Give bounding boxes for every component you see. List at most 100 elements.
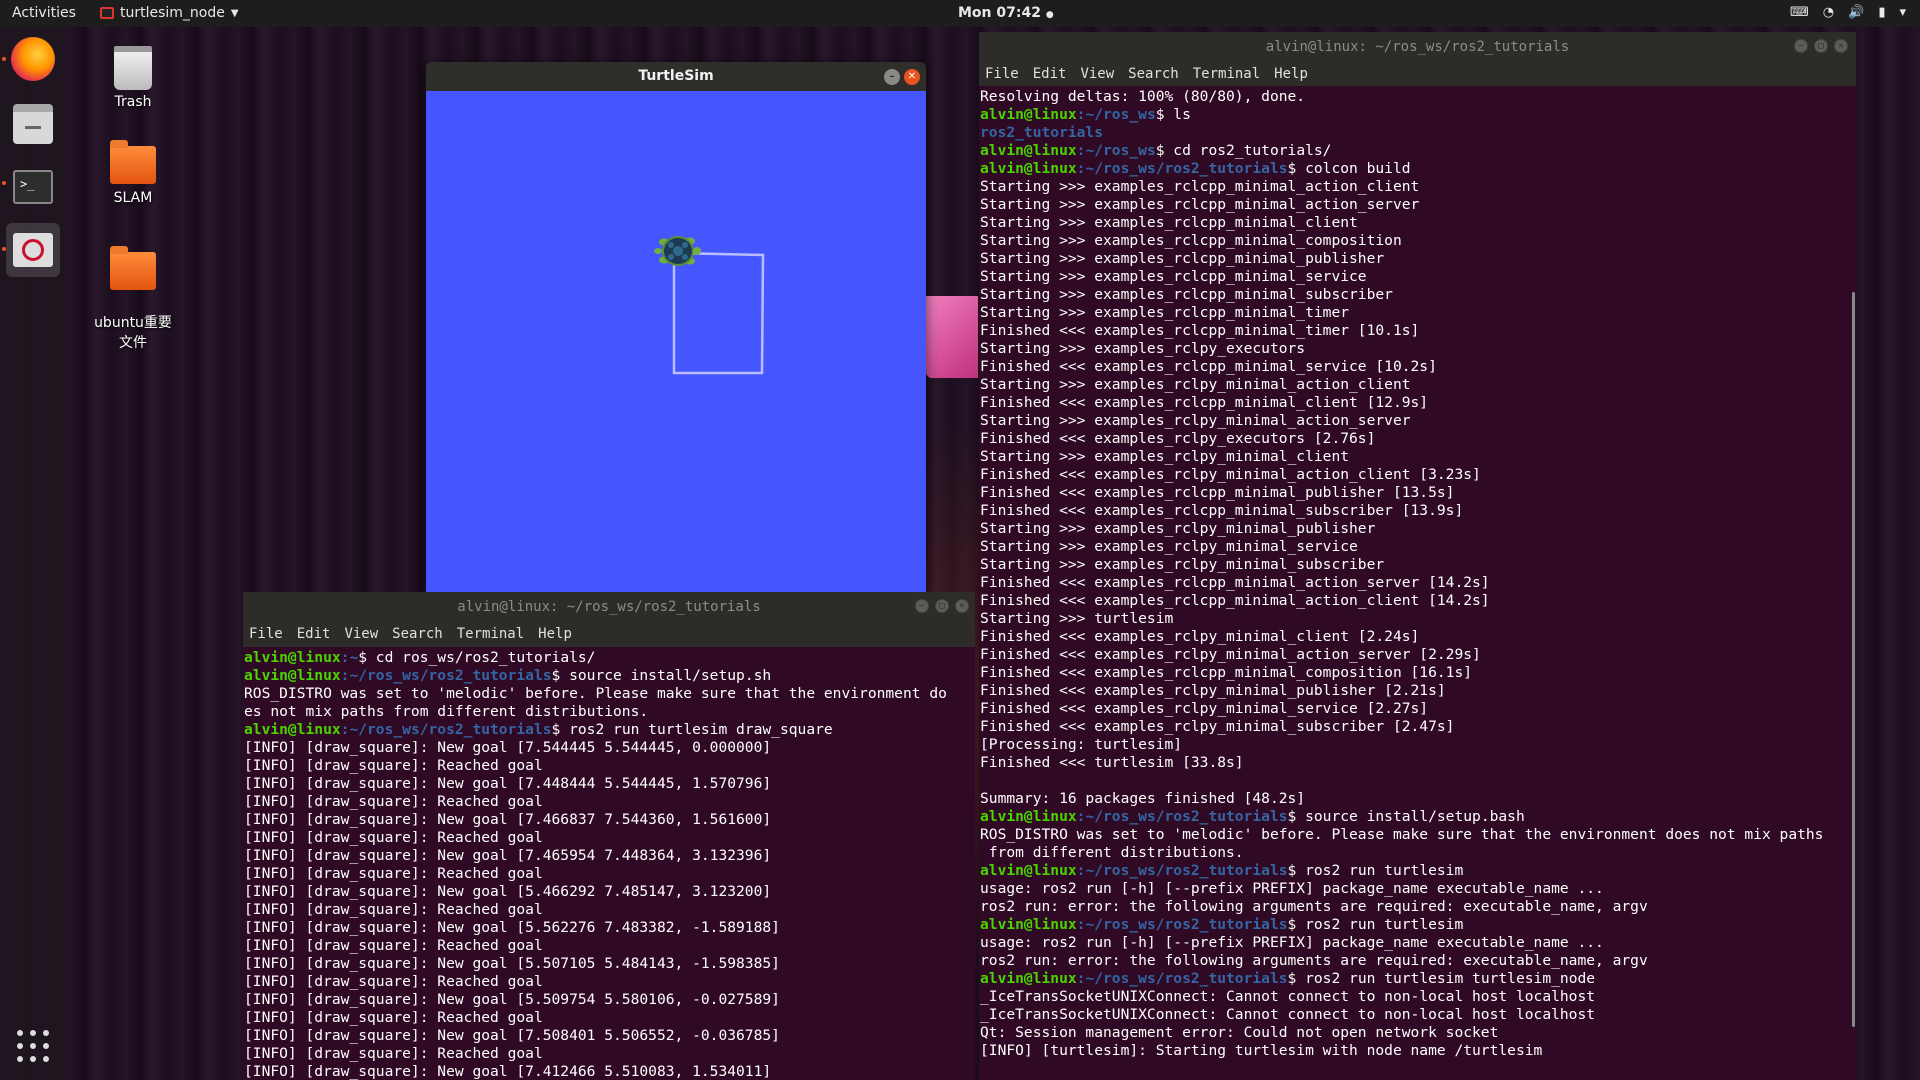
turtlesim-icon bbox=[13, 233, 53, 267]
terminal-line: [INFO] [draw_square]: Reached goal bbox=[244, 973, 975, 991]
output-text: Starting >>> examples_rclpy_minimal_clie… bbox=[980, 448, 1350, 465]
terminal-line: alvin@linux:~$ cd ros_ws/ros2_tutorials/ bbox=[244, 649, 975, 667]
desktop-icon-trash[interactable]: Trash bbox=[78, 46, 188, 110]
app-menu[interactable]: turtlesim_node ▼ bbox=[100, 5, 239, 21]
power-icon[interactable]: ▾ bbox=[1899, 5, 1906, 20]
output-text: Finished <<< examples_rclpy_minimal_acti… bbox=[980, 466, 1481, 483]
menu-help[interactable]: Help bbox=[538, 622, 572, 647]
terminal-output[interactable]: alvin@linux:~$ cd ros_ws/ros2_tutorials/… bbox=[243, 647, 975, 1080]
menu-search[interactable]: Search bbox=[392, 622, 443, 647]
output-text: Finished <<< examples_rclpy_minimal_subs… bbox=[980, 718, 1455, 735]
desktop-icon-ubuntu-files[interactable]: ubuntu重要 文件 bbox=[78, 236, 188, 368]
command-text: $ source install/setup.bash bbox=[1287, 808, 1525, 825]
terminal-line: Finished <<< examples_rclcpp_minimal_act… bbox=[980, 574, 1856, 592]
system-tray[interactable]: ⌨ ◔ 🔊 ▮ ▾ bbox=[1790, 5, 1906, 20]
output-text: [INFO] [draw_square]: New goal [7.448444… bbox=[244, 775, 772, 792]
terminal-output[interactable]: Resolving deltas: 100% (80/80), done. alv… bbox=[979, 86, 1856, 1060]
notification-dot-icon: ● bbox=[1045, 10, 1054, 20]
volume-icon[interactable]: 🔊 bbox=[1848, 5, 1864, 20]
show-applications-icon[interactable] bbox=[17, 1030, 49, 1062]
dock-terminal[interactable]: >_ bbox=[6, 160, 60, 214]
terminal-line: Finished <<< examples_rclcpp_minimal_ser… bbox=[980, 358, 1856, 376]
activities-button[interactable]: Activities bbox=[12, 5, 76, 21]
menu-help[interactable]: Help bbox=[1274, 62, 1308, 86]
terminal-line: [INFO] [draw_square]: New goal [7.412466… bbox=[244, 1063, 975, 1080]
terminal-line: Summary: 16 packages finished [48.2s] bbox=[980, 790, 1856, 808]
output-text: Starting >>> examples_rclpy_minimal_serv… bbox=[980, 538, 1358, 555]
terminal-titlebar[interactable]: alvin@linux: ~/ros_ws/ros2_tutorials – □ ✕ bbox=[979, 32, 1856, 62]
dock-files[interactable] bbox=[6, 97, 60, 151]
output-text: [INFO] [draw_square]: New goal [5.562276… bbox=[244, 919, 780, 936]
dock-turtlesim[interactable] bbox=[6, 223, 60, 277]
terminal-line: es not mix paths from different distribu… bbox=[244, 703, 975, 721]
output-text: usage: ros2 run [-h] [--prefix PREFIX] p… bbox=[980, 880, 1604, 897]
battery-icon[interactable]: ▮ bbox=[1878, 5, 1885, 20]
terminal-line: ros2 run: error: the following arguments… bbox=[980, 952, 1856, 970]
window-title: alvin@linux: ~/ros_ws/ros2_tutorials bbox=[1265, 39, 1570, 55]
terminal-line: ROS_DISTRO was set to 'melodic' before. … bbox=[980, 826, 1856, 844]
running-indicator bbox=[2, 247, 6, 251]
terminal-line: [INFO] [turtlesim]: Starting turtlesim w… bbox=[980, 1042, 1856, 1060]
output-text: Starting >>> examples_rclcpp_minimal_com… bbox=[980, 232, 1402, 249]
terminal-window-right[interactable]: alvin@linux: ~/ros_ws/ros2_tutorials – □ ✕… bbox=[979, 32, 1856, 1080]
menu-search[interactable]: Search bbox=[1128, 62, 1179, 86]
chevron-down-icon: ▼ bbox=[230, 7, 239, 19]
output-text: [INFO] [draw_square]: Reached goal bbox=[244, 757, 543, 774]
prompt-path: :~ bbox=[340, 649, 359, 666]
output-text: [INFO] [draw_square]: New goal [7.465954… bbox=[244, 847, 772, 864]
output-text: ROS_DISTRO was set to 'melodic' before. … bbox=[980, 826, 1824, 843]
minimize-button[interactable]: – bbox=[915, 599, 929, 613]
keyboard-icon[interactable]: ⌨ bbox=[1790, 5, 1809, 20]
clock[interactable]: Mon 07:42 ● bbox=[958, 5, 1054, 21]
terminal-line: Starting >>> examples_rclcpp_minimal_pub… bbox=[980, 250, 1856, 268]
output-text: usage: ros2 run [-h] [--prefix PREFIX] p… bbox=[980, 934, 1604, 951]
dock-firefox[interactable] bbox=[6, 32, 60, 86]
terminal-line: Finished <<< examples_rclpy_minimal_acti… bbox=[980, 646, 1856, 664]
terminal-titlebar[interactable]: alvin@linux: ~/ros_ws/ros2_tutorials – □ ✕ bbox=[243, 592, 975, 622]
close-button[interactable]: ✕ bbox=[904, 69, 920, 85]
menu-edit[interactable]: Edit bbox=[1033, 62, 1067, 86]
prompt-path: :~/ros_ws/ros2_tutorials bbox=[340, 667, 552, 684]
terminal-line: [INFO] [draw_square]: New goal [5.509754… bbox=[244, 991, 975, 1009]
maximize-button[interactable]: □ bbox=[1814, 39, 1828, 53]
terminal-line: [INFO] [draw_square]: Reached goal bbox=[244, 1009, 975, 1027]
close-button[interactable]: ✕ bbox=[1834, 39, 1848, 53]
output-text: [INFO] [draw_square]: Reached goal bbox=[244, 829, 543, 846]
output-text: Finished <<< examples_rclpy_minimal_serv… bbox=[980, 700, 1429, 717]
menu-view[interactable]: View bbox=[1080, 62, 1114, 86]
terminal-line: alvin@linux:~/ros_ws$ cd ros2_tutorials/ bbox=[980, 142, 1856, 160]
menu-file[interactable]: File bbox=[985, 62, 1019, 86]
output-text: Starting >>> examples_rclpy_minimal_acti… bbox=[980, 412, 1411, 429]
turtle-drawing bbox=[654, 236, 765, 375]
turtlesim-window[interactable]: TurtleSim – ✕ bbox=[426, 62, 926, 596]
output-text: Finished <<< examples_rclpy_executors [2… bbox=[980, 430, 1376, 447]
menu-terminal[interactable]: Terminal bbox=[1193, 62, 1260, 86]
prompt-path: :~/ros_ws/ros2_tutorials bbox=[1076, 808, 1288, 825]
output-text: Finished <<< examples_rclcpp_minimal_tim… bbox=[980, 322, 1420, 339]
menu-file[interactable]: File bbox=[249, 622, 283, 647]
terminal-line: _IceTransSocketUNIXConnect: Cannot conne… bbox=[980, 1006, 1856, 1024]
clock-label: Mon 07:42 bbox=[958, 5, 1041, 21]
running-indicator bbox=[2, 57, 6, 61]
output-text: Resolving deltas: 100% (80/80), done. bbox=[980, 88, 1306, 105]
top-bar: Activities turtlesim_node ▼ Mon 07:42 ● … bbox=[0, 0, 1920, 27]
prompt-user: alvin@linux bbox=[980, 160, 1077, 177]
desktop-icon-slam[interactable]: SLAM bbox=[78, 140, 188, 206]
command-text: $ ros2 run turtlesim bbox=[1287, 916, 1464, 933]
prompt-user: alvin@linux bbox=[980, 970, 1077, 987]
menu-view[interactable]: View bbox=[344, 622, 378, 647]
close-button[interactable]: ✕ bbox=[955, 599, 969, 613]
terminal-scrollbar[interactable] bbox=[1852, 292, 1855, 1027]
menu-edit[interactable]: Edit bbox=[297, 622, 331, 647]
terminal-line: Starting >>> turtlesim bbox=[980, 610, 1856, 628]
menu-terminal[interactable]: Terminal bbox=[457, 622, 524, 647]
terminal-window-left[interactable]: alvin@linux: ~/ros_ws/ros2_tutorials – □ ✕… bbox=[243, 592, 975, 1080]
minimize-button[interactable]: – bbox=[1794, 39, 1808, 53]
minimize-button[interactable]: – bbox=[884, 69, 900, 85]
terminal-line: [INFO] [draw_square]: New goal [7.465954… bbox=[244, 847, 975, 865]
maximize-button[interactable]: □ bbox=[935, 599, 949, 613]
firefox-icon bbox=[11, 37, 55, 81]
terminal-line: Starting >>> examples_rclcpp_minimal_com… bbox=[980, 232, 1856, 250]
turtlesim-titlebar[interactable]: TurtleSim – ✕ bbox=[426, 62, 926, 91]
wifi-icon[interactable]: ◔ bbox=[1823, 5, 1834, 20]
